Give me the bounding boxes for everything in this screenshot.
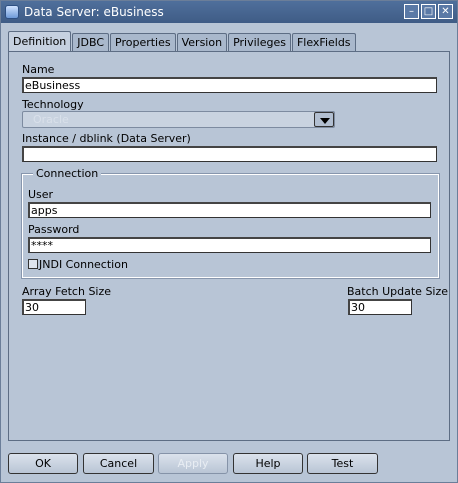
- name-input[interactable]: eBusiness: [22, 77, 437, 93]
- chevron-down-icon[interactable]: [314, 112, 334, 127]
- tab-strip: Definition JDBC Properties Version Privi…: [8, 31, 357, 52]
- cancel-button[interactable]: Cancel: [83, 453, 154, 474]
- tab-properties[interactable]: Properties: [110, 33, 176, 51]
- batch-update-input[interactable]: 30: [348, 299, 412, 315]
- tab-privileges[interactable]: Privileges: [228, 33, 291, 51]
- apply-button[interactable]: Apply: [158, 453, 228, 474]
- password-input[interactable]: ****: [28, 237, 431, 253]
- array-fetch-label: Array Fetch Size: [22, 285, 112, 298]
- connection-group-title: Connection: [33, 167, 102, 180]
- technology-label: Technology: [22, 98, 84, 111]
- user-label: User: [28, 188, 54, 201]
- instance-label: Instance / dblink (Data Server): [22, 132, 191, 145]
- jndi-label: JNDI Connection: [39, 258, 128, 271]
- button-bar: OK Cancel Apply Help Test: [1, 449, 457, 479]
- close-icon[interactable]: ✕: [438, 4, 453, 19]
- instance-input[interactable]: [22, 146, 437, 162]
- technology-value: Oracle: [33, 113, 69, 126]
- test-button[interactable]: Test: [307, 453, 378, 474]
- password-label: Password: [28, 223, 80, 236]
- technology-select[interactable]: Oracle: [22, 111, 335, 128]
- jndi-checkbox[interactable]: [28, 259, 38, 269]
- tab-version[interactable]: Version: [176, 33, 228, 51]
- window-controls: – □ ✕: [404, 4, 453, 19]
- array-fetch-input[interactable]: 30: [22, 299, 86, 315]
- maximize-icon[interactable]: □: [421, 4, 436, 19]
- data-server-icon: [5, 5, 19, 19]
- help-button[interactable]: Help: [233, 453, 303, 474]
- title-bar[interactable]: Data Server: eBusiness – □ ✕: [1, 1, 457, 23]
- minimize-icon[interactable]: –: [404, 4, 419, 19]
- name-label: Name: [22, 63, 55, 76]
- data-server-window: Data Server: eBusiness – □ ✕ Definition …: [0, 0, 458, 483]
- ok-button[interactable]: OK: [8, 453, 78, 474]
- tab-flexfields[interactable]: FlexFields: [291, 33, 356, 51]
- tab-jdbc[interactable]: JDBC: [72, 33, 110, 51]
- user-input[interactable]: apps: [28, 202, 431, 218]
- tab-definition[interactable]: Definition: [8, 31, 72, 51]
- batch-update-label: Batch Update Size: [347, 285, 449, 298]
- connection-group: Connection User apps Password **** JNDI …: [21, 167, 440, 279]
- definition-panel: Name eBusiness Technology Oracle Instanc…: [8, 51, 450, 441]
- window-title: Data Server: eBusiness: [24, 5, 164, 19]
